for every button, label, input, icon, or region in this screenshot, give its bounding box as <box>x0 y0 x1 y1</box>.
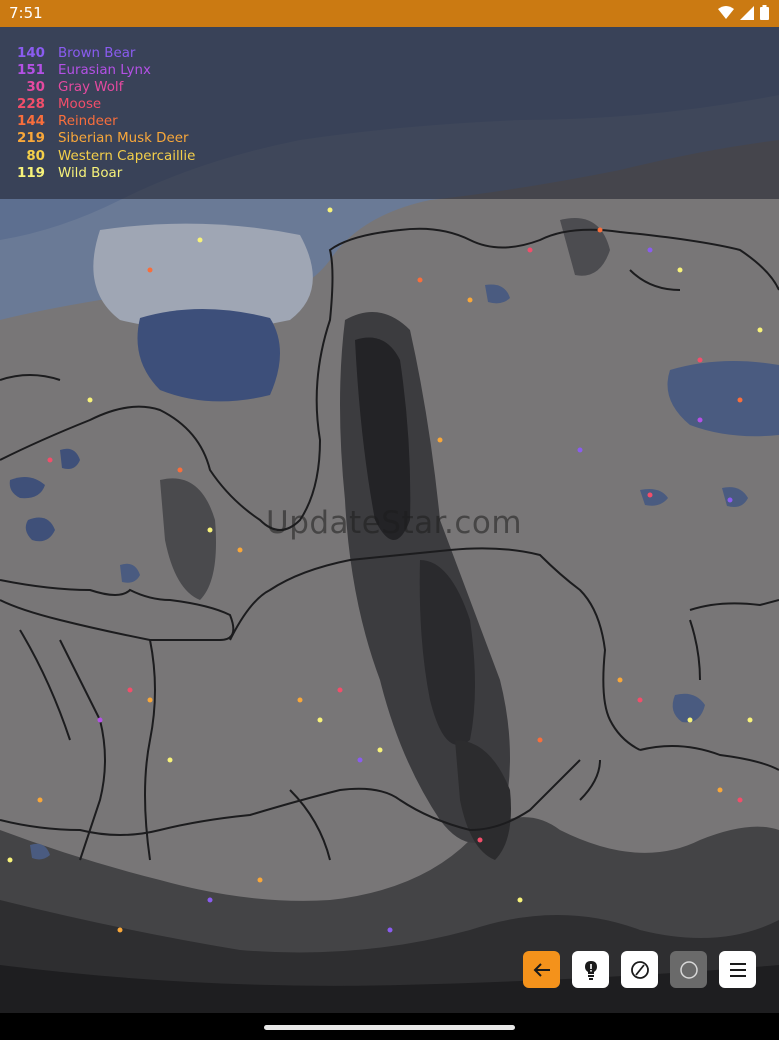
legend-label: Eurasian Lynx <box>58 63 151 79</box>
legend-item: 151 Eurasian Lynx <box>12 62 195 79</box>
legend-label: Moose <box>58 97 102 113</box>
legend-item: 80 Western Capercaillie <box>12 148 195 165</box>
legend-item: 119 Wild Boar <box>12 165 195 182</box>
legend-label: Brown Bear <box>58 46 136 61</box>
map-toolbar <box>523 951 756 988</box>
navigation-bar <box>0 1013 779 1040</box>
arrow-left-icon <box>533 962 550 977</box>
circle-icon <box>679 960 698 979</box>
status-bar: 7:51 <box>0 0 779 27</box>
legend-count: 119 <box>17 165 45 181</box>
watermark: UpdateStar.com <box>266 505 523 541</box>
map-screen: 7:51 140 Brown Bear 151 Eurasian Lynx 30 Gray… <box>0 0 779 1040</box>
status-time: 7:51 <box>9 4 43 22</box>
circle-button[interactable] <box>670 951 707 988</box>
hamburger-menu-icon <box>729 962 746 977</box>
legend-label: Siberian Musk Deer <box>58 131 189 147</box>
legend-item: 140 Brown Bear <box>12 45 195 62</box>
legend-label: Reindeer <box>58 114 118 130</box>
legend-count: 140 <box>17 46 45 61</box>
status-icons <box>718 5 769 20</box>
legend-count: 151 <box>17 63 45 79</box>
lake <box>137 309 280 402</box>
lightbulb-icon <box>584 960 597 980</box>
legend-count: 80 <box>26 148 45 164</box>
legend-item: 228 Moose <box>12 96 195 113</box>
legend-label: Gray Wolf <box>58 80 124 96</box>
cell-signal-icon <box>740 5 754 20</box>
battery-icon <box>760 5 769 20</box>
legend-item: 219 Siberian Musk Deer <box>12 130 195 147</box>
compass-icon <box>630 960 649 979</box>
home-gesture-handle[interactable] <box>264 1025 515 1030</box>
hint-button[interactable] <box>572 951 609 988</box>
animal-legend: 140 Brown Bear 151 Eurasian Lynx 30 Gray Wolf… <box>12 45 195 182</box>
legend-label: Wild Boar <box>58 165 123 181</box>
legend-item: 30 Gray Wolf <box>12 79 195 96</box>
legend-count: 228 <box>17 97 45 113</box>
menu-button[interactable] <box>719 951 756 988</box>
back-button[interactable] <box>523 951 560 988</box>
legend-count: 30 <box>26 80 45 96</box>
wifi-icon <box>718 6 734 19</box>
legend-count: 219 <box>17 131 45 147</box>
compass-button[interactable] <box>621 951 658 988</box>
legend-item: 144 Reindeer <box>12 113 195 130</box>
legend-label: Western Capercaillie <box>58 148 196 164</box>
legend-count: 144 <box>17 114 45 130</box>
